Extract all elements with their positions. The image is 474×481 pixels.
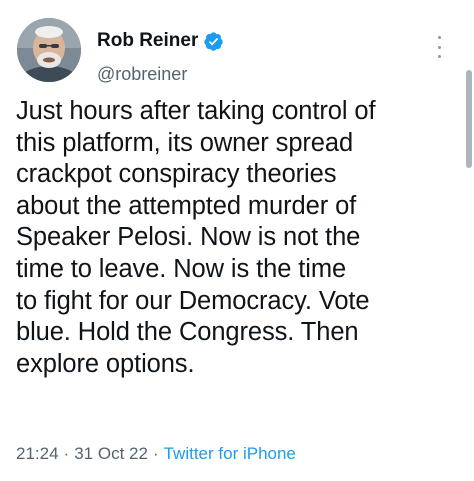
tweet-text-line: Just hours after taking control of [16, 97, 376, 125]
tweet-time[interactable]: 21:24 [16, 444, 59, 463]
tweet-meta: 21:24 · 31 Oct 22 · Twitter for iPhone [16, 444, 296, 464]
tweet-text-line: crackpot conspiracy theories [16, 160, 337, 189]
tweet-text-line: blue. Hold the Congress. Then [16, 318, 359, 347]
tweet-text: Just hours after taking control of this … [16, 96, 456, 380]
tweet-text-line: time to leave. Now is the time [16, 254, 347, 283]
tweet-source-link[interactable]: Twitter for iPhone [164, 444, 296, 463]
author-handle[interactable]: @robreiner [97, 64, 187, 85]
verified-badge-icon [203, 31, 224, 52]
tweet-text-line: Speaker Pelosi. Now is not the [16, 223, 361, 252]
tweet-text-line: to fight for our Democracy. Vote [16, 286, 370, 315]
tweet-text-line: about the attempted murder of [16, 191, 357, 220]
tweet-text-line: this platform, its owner spread [16, 128, 354, 157]
more-options-icon[interactable] [433, 36, 445, 58]
scrollbar[interactable] [466, 70, 472, 168]
author-name-row[interactable]: Rob Reiner [97, 30, 224, 52]
meta-separator: · [152, 444, 159, 463]
avatar[interactable] [17, 18, 81, 82]
author-display-name[interactable]: Rob Reiner [97, 30, 198, 52]
meta-separator: · [63, 444, 70, 463]
tweet-card: Rob Reiner @robreiner Just hours after t… [0, 0, 474, 481]
avatar-photo-icon [17, 18, 81, 82]
tweet-date[interactable]: 31 Oct 22 [74, 444, 148, 463]
tweet-text-line: explore options. [16, 349, 195, 378]
